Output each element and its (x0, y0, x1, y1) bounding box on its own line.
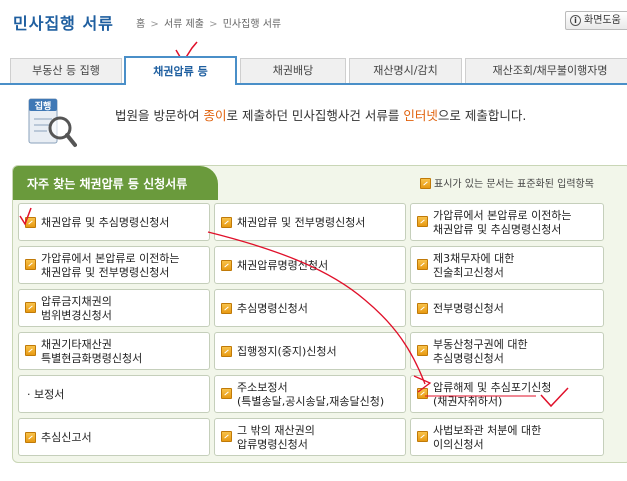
form-label: 집행정지(중지)신청서 (237, 345, 337, 358)
form-link[interactable]: 제3채무자에 대한 진술최고신청서 (410, 246, 604, 284)
breadcrumb-separator: > (150, 19, 159, 30)
form-link[interactable]: 주소보정서 (특별송달,공시송달,재송달신청) (214, 375, 406, 413)
edit-document-icon (417, 216, 428, 227)
form-label: 채권압류 및 추심명령신청서 (41, 216, 170, 229)
form-link[interactable]: 집행정지(중지)신청서 (214, 332, 406, 370)
breadcrumb-home[interactable]: 홈 (136, 19, 145, 30)
form-label: 압류해제 및 추심포기신청 (채권자취하서) (433, 381, 552, 408)
edit-document-icon (417, 345, 428, 356)
edit-document-icon (221, 260, 232, 271)
tab-dividend[interactable]: 채권배당 (240, 58, 346, 83)
form-link[interactable]: · 보정서 (18, 375, 210, 413)
intro-text: 법원을 방문하여 종이로 제출하던 민사집행사건 서류를 인터넷으로 제출합니다… (115, 108, 527, 123)
form-label: 추심신고서 (41, 431, 92, 444)
edit-document-icon (25, 259, 36, 270)
edit-document-icon (221, 217, 232, 228)
edit-document-icon (420, 178, 431, 189)
edit-document-icon (221, 388, 232, 399)
document-magnifier-icon: 집행 (28, 98, 77, 147)
tab-bar: 부동산 등 집행 채권압류 등 채권배당 재산명시/감치 재산조회/채무불이행자… (0, 56, 627, 85)
form-label: 부동산청구권에 대한 추심명령신청서 (433, 338, 528, 365)
page-title: 민사집행 서류 (13, 14, 114, 33)
edit-document-icon (417, 259, 428, 270)
form-label: 가압류에서 본압류로 이전하는 채권압류 및 추심명령신청서 (433, 209, 572, 236)
breadcrumb-submit[interactable]: 서류 제출 (164, 19, 204, 30)
form-link[interactable]: 압류해제 및 추심포기신청 (채권자취하서) (410, 375, 604, 413)
form-link[interactable]: 추심신고서 (18, 418, 210, 456)
form-link[interactable]: 전부명령신청서 (410, 289, 604, 327)
tab-baseline (0, 83, 627, 85)
legend: 표시가 있는 문서는 표준화된 입력항목 (420, 175, 594, 190)
form-link[interactable]: 압류금지채권의 범위변경신청서 (18, 289, 210, 327)
form-label: 채권기타재산권 특별현금화명령신청서 (41, 338, 143, 365)
breadcrumb-separator: > (209, 19, 218, 30)
edit-document-icon (221, 303, 232, 314)
edit-document-icon (25, 432, 36, 443)
form-link[interactable]: 채권압류명령신청서 (214, 246, 406, 284)
form-link[interactable]: 가압류에서 본압류로 이전하는 채권압류 및 전부명령신청서 (18, 246, 210, 284)
form-label: 압류금지채권의 범위변경신청서 (41, 295, 112, 322)
panel-title: 자주 찾는 채권압류 등 신청서류 (27, 177, 188, 191)
intro-section: 집행 법원을 방문하여 종이로 제출하던 민사집행사건 서류를 인터넷으로 제출… (27, 97, 627, 153)
form-link[interactable]: 채권압류 및 추심명령신청서 (18, 203, 210, 241)
edit-document-icon (25, 302, 36, 313)
tab-property-inquiry[interactable]: 재산조회/채무불이행자명 (465, 58, 627, 83)
edit-document-icon (25, 217, 36, 228)
form-label: · 보정서 (27, 388, 65, 401)
form-label: 채권압류명령신청서 (237, 259, 329, 272)
form-label: 가압류에서 본압류로 이전하는 채권압류 및 전부명령신청서 (41, 252, 180, 279)
edit-document-icon (417, 431, 428, 442)
form-link[interactable]: 부동산청구권에 대한 추심명령신청서 (410, 332, 604, 370)
icon-caption: 집행 (35, 100, 52, 112)
title-bar: 민사집행 서류 홈 > 서류 제출 > 민사집행 서류 i 화면도움 (0, 0, 627, 44)
form-link[interactable]: 가압류에서 본압류로 이전하는 채권압류 및 추심명령신청서 (410, 203, 604, 241)
form-label: 그 밖의 재산권의 압류명령신청서 (237, 424, 315, 451)
form-link[interactable]: 채권기타재산권 특별현금화명령신청서 (18, 332, 210, 370)
help-icon: i (570, 15, 581, 26)
help-label: 화면도움 (584, 15, 621, 26)
edit-document-icon (417, 388, 428, 399)
edit-document-icon (221, 346, 232, 357)
tab-property-disclosure[interactable]: 재산명시/감치 (349, 58, 462, 83)
edit-document-icon (417, 303, 428, 314)
help-button[interactable]: i 화면도움 (565, 11, 627, 30)
form-link[interactable]: 추심명령신청서 (214, 289, 406, 327)
edit-document-icon (221, 431, 232, 442)
tab-real-estate[interactable]: 부동산 등 집행 (10, 58, 122, 83)
form-label: 추심명령신청서 (237, 302, 308, 315)
form-label: 채권압류 및 전부명령신청서 (237, 216, 366, 229)
form-label: 주소보정서 (특별송달,공시송달,재송달신청) (237, 381, 385, 408)
panel-title-tab: 자주 찾는 채권압류 등 신청서류 (13, 166, 218, 200)
form-label: 전부명령신청서 (433, 302, 504, 315)
form-link[interactable]: 채권압류 및 전부명령신청서 (214, 203, 406, 241)
forms-panel: 자주 찾는 채권압류 등 신청서류 표시가 있는 문서는 표준화된 입력항목 채… (12, 165, 627, 463)
form-link[interactable]: 사법보좌관 처분에 대한 이의신청서 (410, 418, 604, 456)
edit-document-icon (25, 345, 36, 356)
form-link[interactable]: 그 밖의 재산권의 압류명령신청서 (214, 418, 406, 456)
form-label: 사법보좌관 처분에 대한 이의신청서 (433, 424, 542, 451)
tab-bond-seizure[interactable]: 채권압류 등 (124, 56, 237, 85)
breadcrumb: 홈 > 서류 제출 > 민사집행 서류 (136, 15, 281, 30)
breadcrumb-current: 민사집행 서류 (222, 19, 282, 30)
panel-header: 자주 찾는 채권압류 등 신청서류 표시가 있는 문서는 표준화된 입력항목 (13, 166, 627, 200)
legend-text: 표시가 있는 문서는 표준화된 입력항목 (434, 179, 594, 190)
form-label: 제3채무자에 대한 진술최고신청서 (433, 252, 515, 279)
